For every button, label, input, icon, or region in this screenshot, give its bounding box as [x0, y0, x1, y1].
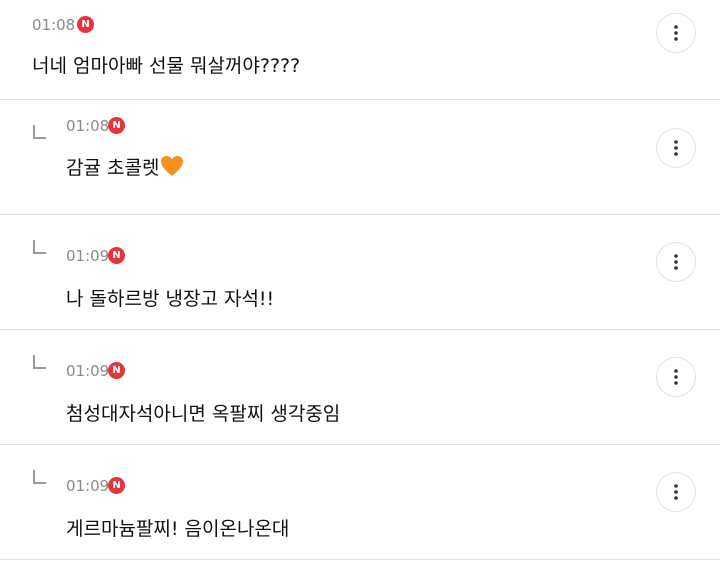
new-badge: N — [108, 362, 125, 379]
reply-item: 01:08 N 감귤 초콜렛 — [0, 101, 720, 215]
comment-item: 01:08 N 너네 엄마아빠 선물 뭐살꺼야???? — [0, 0, 720, 100]
more-vertical-icon — [674, 484, 678, 500]
more-options-button[interactable] — [656, 357, 696, 397]
reply-arrow-icon — [33, 240, 46, 254]
comment-time: 01:08 — [66, 117, 110, 135]
reply-arrow-icon — [33, 470, 46, 484]
comment-text: 나 돌하르방 냉장고 자석!! — [66, 288, 275, 310]
comment-text: 너네 엄마아빠 선물 뭐살꺼야???? — [32, 55, 301, 77]
new-badge: N — [108, 477, 125, 494]
reply-arrow-icon — [33, 355, 46, 369]
more-options-button[interactable] — [656, 128, 696, 168]
more-vertical-icon — [674, 25, 678, 41]
comment-time: 01:08 — [32, 16, 76, 34]
comment-text: 게르마늄팔찌! 음이온나온대 — [66, 518, 290, 540]
reply-item: 01:09 N 나 돌하르방 냉장고 자석!! — [0, 216, 720, 330]
more-options-button[interactable] — [656, 472, 696, 512]
new-badge: N — [108, 247, 125, 264]
reply-arrow-icon — [33, 125, 46, 139]
comment-text: 감귤 초콜렛 — [66, 153, 184, 182]
comment-time: 01:09 — [66, 247, 110, 265]
more-vertical-icon — [674, 254, 678, 270]
more-vertical-icon — [674, 369, 678, 385]
comment-text: 첨성대자석아니면 옥팔찌 생각중임 — [66, 403, 341, 425]
more-options-button[interactable] — [656, 13, 696, 53]
more-vertical-icon — [674, 140, 678, 156]
orange-heart-icon — [160, 155, 184, 182]
new-badge: N — [77, 16, 94, 33]
reply-item: 01:09 N 게르마늄팔찌! 음이온나온대 — [0, 446, 720, 560]
reply-item: 01:09 N 첨성대자석아니면 옥팔찌 생각중임 — [0, 331, 720, 445]
more-options-button[interactable] — [656, 242, 696, 282]
new-badge: N — [108, 117, 125, 134]
comment-text-body: 감귤 초콜렛 — [66, 157, 160, 179]
comment-time: 01:09 — [66, 362, 110, 380]
comment-time: 01:09 — [66, 477, 110, 495]
